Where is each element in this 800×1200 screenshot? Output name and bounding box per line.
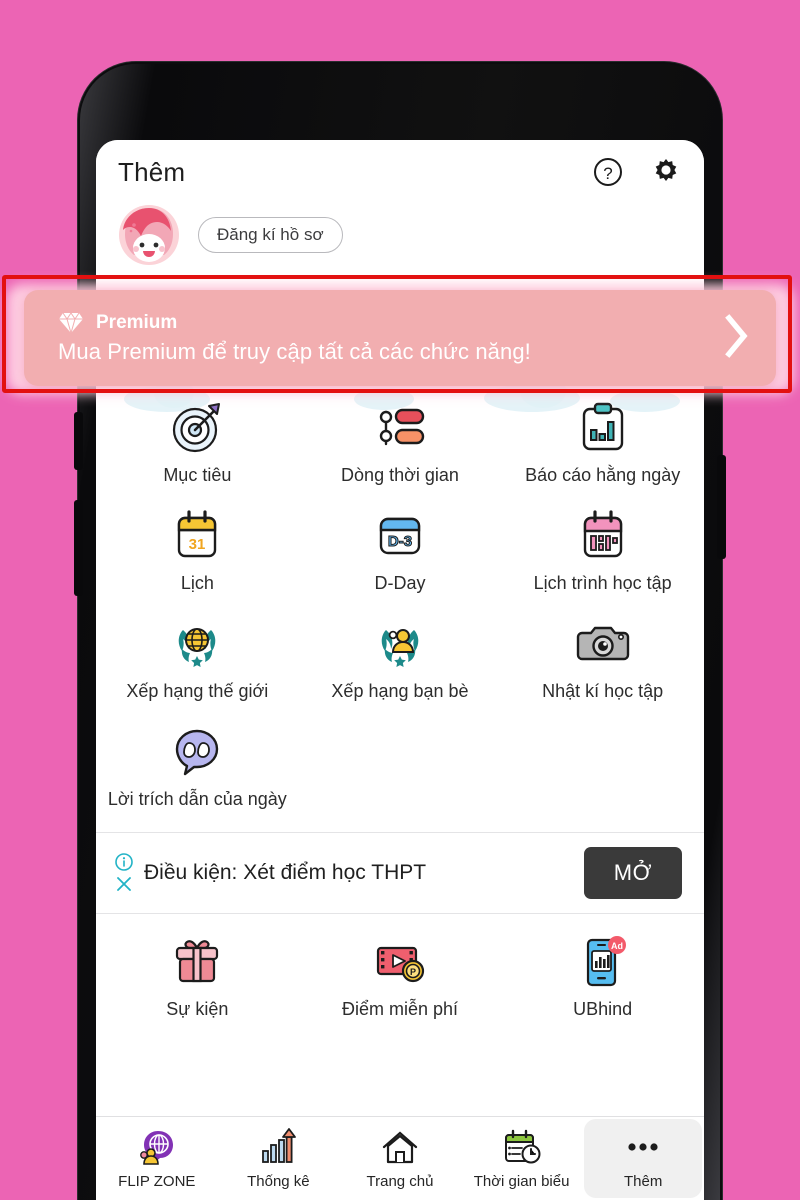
stats-icon	[258, 1127, 298, 1167]
feature-item-bao-cao-hang-ngay[interactable]: Báo cáo hằng ngày	[501, 394, 704, 490]
ad-open-button[interactable]: MỞ	[583, 847, 682, 899]
feature-label: D-Day	[374, 573, 426, 593]
more-icon	[623, 1127, 663, 1167]
nav-label: Thống kê	[247, 1173, 310, 1190]
feature-item-xep-hang-the-gioi[interactable]: Xếp hạng thế giới	[96, 610, 299, 706]
promo-item-ubhind[interactable]: Ad UBhind	[501, 928, 704, 1024]
bottom-navigation: FLIP ZONE Thống kê Trang chủ Thời gian b…	[96, 1116, 704, 1200]
quote-icon	[169, 724, 225, 780]
promo-label: UBhind	[573, 999, 633, 1019]
report-icon	[575, 400, 631, 456]
power-button[interactable]	[717, 455, 726, 559]
ad-banner[interactable]: Điều kiện: Xét điểm học THPT MỞ	[96, 832, 704, 914]
feature-item-dday[interactable]: D-3 D-Day	[299, 502, 502, 598]
nav-label: Thêm	[624, 1173, 663, 1190]
premium-banner[interactable]: Premium Mua Premium để truy cập tất cả c…	[0, 280, 800, 398]
feature-item-lich[interactable]: 31 Lịch	[96, 502, 299, 598]
ubhind-icon: Ad	[575, 934, 631, 990]
feature-label: Xếp hạng thế giới	[126, 681, 269, 701]
feature-label: Báo cáo hằng ngày	[525, 465, 681, 485]
svg-text:D-3: D-3	[388, 533, 412, 550]
nav-item-thong-ke[interactable]: Thống kê	[220, 1119, 338, 1198]
feature-label: Nhật kí học tập	[542, 681, 664, 701]
nav-label: Thời gian biểu	[473, 1173, 570, 1190]
dday-icon: D-3	[372, 508, 428, 564]
screenshot-stage: Thêm ? Đăng kí hồ sơ Mục tiêu Dòng thời …	[0, 0, 800, 1200]
promo-label: Sự kiện	[166, 999, 229, 1019]
premium-title: Premium	[96, 311, 178, 333]
home-icon	[380, 1127, 420, 1167]
svg-text:?: ?	[603, 164, 612, 183]
svg-text:P: P	[410, 967, 416, 977]
help-circle-icon[interactable]: ?	[592, 156, 624, 188]
bixby-button[interactable]	[74, 412, 83, 470]
friend-rank-icon	[372, 616, 428, 672]
timeline-icon	[372, 400, 428, 456]
camera-icon	[575, 616, 631, 672]
premium-title-row: Premium	[58, 312, 722, 334]
schedule-icon	[575, 508, 631, 564]
ad-text: Điều kiện: Xét điểm học THPT	[144, 861, 427, 884]
premium-card[interactable]: Premium Mua Premium để truy cập tất cả c…	[24, 290, 776, 386]
close-icon[interactable]	[115, 875, 133, 893]
premium-text: Premium Mua Premium để truy cập tất cả c…	[58, 312, 722, 365]
svg-text:31: 31	[189, 536, 206, 553]
flipzone-icon	[137, 1127, 177, 1167]
video-point-icon: P	[372, 934, 428, 990]
feature-label: Lịch	[180, 573, 214, 593]
ad-marks	[110, 853, 138, 893]
profile-row: Đăng kí hồ sơ	[96, 204, 704, 266]
feature-item-loi-trich-dan[interactable]: Lời trích dẫn của ngày	[96, 718, 299, 814]
target-icon	[169, 400, 225, 456]
register-profile-button[interactable]: Đăng kí hồ sơ	[198, 217, 343, 253]
premium-subtitle: Mua Premium để truy cập tất cả các chức …	[58, 338, 531, 364]
promo-label: Điểm miễn phí	[341, 999, 459, 1019]
promo-item-su-kien[interactable]: Sự kiện	[96, 928, 299, 1024]
nav-item-them[interactable]: Thêm	[584, 1119, 702, 1198]
feature-label: Xếp hạng bạn bè	[331, 681, 469, 701]
feature-item-xep-hang-ban-be[interactable]: Xếp hạng bạn bè	[299, 610, 502, 706]
nav-item-flip-zone[interactable]: FLIP ZONE	[98, 1119, 216, 1198]
feature-label: Lịch trình học tập	[533, 573, 672, 593]
gear-icon[interactable]	[650, 156, 682, 188]
chevron-right-icon[interactable]	[722, 313, 750, 364]
feature-label: Dòng thời gian	[341, 465, 459, 485]
calendar-icon: 31	[169, 508, 225, 564]
avatar[interactable]	[118, 204, 180, 266]
feature-item-muc-tieu[interactable]: Mục tiêu	[96, 394, 299, 490]
feature-item-lich-trinh-hoc-tap[interactable]: Lịch trình học tập	[501, 502, 704, 598]
feature-item-nhat-ki-hoc-tap[interactable]: Nhật kí học tập	[501, 610, 704, 706]
nav-item-thoi-gian-bieu[interactable]: Thời gian biểu	[463, 1119, 581, 1198]
app-header: Thêm ?	[96, 140, 704, 204]
timetable-icon	[502, 1127, 542, 1167]
page-title: Thêm	[118, 156, 186, 187]
nav-label: Trang chủ	[366, 1173, 434, 1190]
header-actions: ?	[592, 156, 682, 188]
feature-item-dong-thoi-gian[interactable]: Dòng thời gian	[299, 394, 502, 490]
nav-label: FLIP ZONE	[118, 1173, 196, 1190]
svg-text:Ad: Ad	[611, 941, 623, 951]
diamond-icon	[58, 311, 84, 334]
feature-label: Lời trích dẫn của ngày	[107, 789, 287, 809]
gift-icon	[169, 934, 225, 990]
promo-row: Sự kiện P Điểm miễn phí Ad UBhind	[96, 914, 704, 1040]
info-icon[interactable]	[115, 853, 133, 871]
nav-item-trang-chu[interactable]: Trang chủ	[341, 1119, 459, 1198]
promo-item-diem-mien-phi[interactable]: P Điểm miễn phí	[299, 928, 502, 1024]
world-rank-icon	[169, 616, 225, 672]
feature-label: Mục tiêu	[163, 465, 232, 485]
volume-button[interactable]	[74, 500, 83, 596]
